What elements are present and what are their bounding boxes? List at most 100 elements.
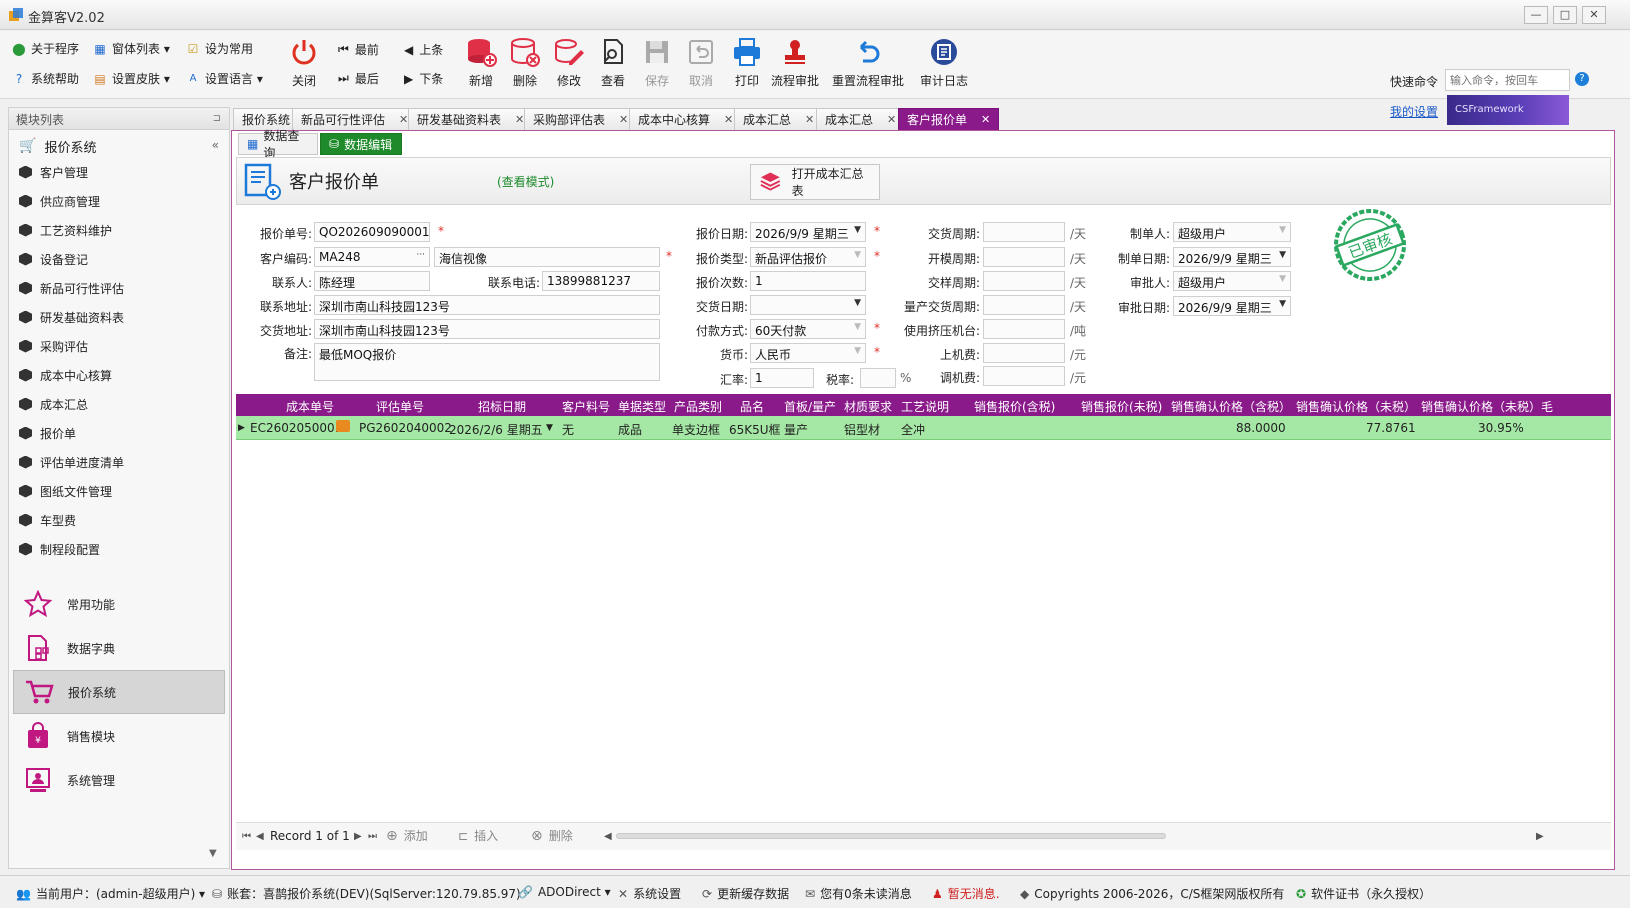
flow-approve-button[interactable]: 流程审批 (765, 33, 825, 95)
module-quote-system[interactable]: 报价系统 (13, 670, 225, 714)
column-header[interactable]: 成本单号 (286, 398, 334, 415)
prev-page-icon[interactable]: ◀ (256, 831, 264, 842)
close-tab-icon[interactable]: ✕ (887, 113, 896, 126)
scroll-down-icon[interactable]: ▼ (209, 848, 217, 859)
customer-name-field[interactable]: 海信视像 (434, 247, 660, 267)
column-header[interactable]: 单据类型 (618, 398, 666, 415)
last-page-icon[interactable]: ⏭ (368, 831, 377, 842)
open-cost-summary-button[interactable]: 打开成本汇总表 (750, 164, 880, 200)
close-tab-icon[interactable]: ✕ (515, 113, 524, 126)
cell-eval-no[interactable]: PG2602040002 (359, 421, 452, 435)
close-tab-icon[interactable]: ✕ (724, 113, 733, 126)
quote-count-field[interactable]: 1 (750, 271, 866, 291)
first-page-icon[interactable]: ⏮ (242, 831, 251, 842)
mold-cycle-field[interactable] (983, 247, 1065, 267)
module-common[interactable]: 常用功能 (13, 582, 225, 626)
quote-type-select[interactable]: 新品评估报价 ▼ (750, 247, 866, 267)
approve-date-field[interactable]: 2026/9/9 星期三 ▼ (1173, 296, 1291, 316)
menu-item[interactable]: 工艺资料维护 (19, 216, 219, 244)
nav-insert-button[interactable]: ⊏ 插入 (458, 827, 498, 844)
adjust-fee-field[interactable] (983, 366, 1065, 386)
contact-address-field[interactable]: 深圳市南山科技园123号 (314, 295, 660, 315)
tab-cost-center[interactable]: 成本中心核算 ✕ (629, 108, 743, 130)
column-header[interactable]: 品名 (740, 398, 764, 415)
dropdown-arrow-icon[interactable]: ▼ (1279, 225, 1286, 235)
collapse-icon[interactable]: « (212, 138, 219, 152)
currency-select[interactable]: 人民币 ▼ (750, 343, 866, 363)
cell-margin[interactable]: 30.95% (1478, 421, 1524, 435)
horizontal-scrollbar[interactable] (616, 833, 1166, 839)
reset-flow-button[interactable]: 重置流程审批 (826, 33, 910, 95)
cell-confirm-price-tax[interactable]: 88.0000 (1236, 421, 1286, 435)
delivery-address-field[interactable]: 深圳市南山科技园123号 (314, 319, 660, 339)
scroll-left-icon[interactable]: ◀ (604, 831, 612, 842)
mass-cycle-field[interactable] (983, 295, 1065, 315)
tab-purchase-eval[interactable]: 采购部评估表 ✕ (524, 108, 638, 130)
next-page-icon[interactable]: ▶ (354, 831, 362, 842)
system-settings[interactable]: ✕ 系统设置 (618, 885, 681, 902)
cell-process[interactable]: 全冲 (901, 421, 925, 438)
column-header[interactable]: 工艺说明 (901, 398, 949, 415)
minimize-button[interactable]: — (1524, 6, 1548, 24)
tab-customer-quote[interactable]: 客户报价单 ✕ (898, 108, 1000, 130)
menu-item[interactable]: 供应商管理 (19, 187, 219, 215)
quick-command-input[interactable] (1445, 69, 1570, 91)
close-tab-icon[interactable]: ✕ (805, 113, 814, 126)
column-header[interactable]: 销售确认价格（未税）毛 (1421, 398, 1553, 415)
cell-cost-no[interactable]: EC2602050001 (250, 421, 342, 435)
cell-doc-type[interactable]: 成品 (618, 421, 642, 438)
dropdown-arrow-icon[interactable]: ▼ (854, 346, 861, 356)
menu-item[interactable]: 评估单进度清单 (19, 448, 219, 476)
contact-field[interactable]: 陈经理 (314, 271, 430, 291)
column-header[interactable]: 招标日期 (478, 398, 526, 415)
menu-item[interactable]: 设备登记 (19, 245, 219, 273)
refresh-cache[interactable]: ⟳ 更新缓存数据 (702, 885, 789, 902)
close-tab-icon[interactable]: ✕ (981, 113, 990, 126)
payment-select[interactable]: 60天付款 ▼ (750, 319, 866, 339)
set-skin-button[interactable]: ▤ 设置皮肤 ▾ (93, 68, 170, 90)
column-header[interactable]: 评估单号 (376, 398, 424, 415)
close-button[interactable]: 关闭 (277, 33, 331, 95)
close-tab-icon[interactable]: ✕ (619, 113, 628, 126)
folder-icon[interactable] (336, 420, 350, 432)
quote-no-field[interactable]: QO202609090001 (314, 222, 430, 242)
set-common-button[interactable]: ☑ 设为常用 (186, 38, 253, 60)
dropdown-arrow-icon[interactable]: ▼ (854, 250, 861, 260)
section-quote-system[interactable]: 🛒 报价系统 (9, 132, 229, 160)
set-language-button[interactable]: A 设置语言 ▾ (186, 68, 263, 90)
column-header[interactable]: 产品类别 (674, 398, 722, 415)
make-date-field[interactable]: 2026/9/9 星期三 ▼ (1173, 247, 1291, 267)
delivery-cycle-field[interactable] (983, 222, 1065, 242)
prev-record-button[interactable]: ◀ 上条 (404, 41, 443, 58)
current-user[interactable]: 👥 当前用户：(admin-超级用户) ▾ (16, 885, 205, 902)
ellipsis-button[interactable]: ··· (416, 250, 425, 260)
menu-item[interactable]: 成本汇总 (19, 390, 219, 418)
dropdown-arrow-icon[interactable]: ▼ (546, 423, 553, 433)
close-tab-icon[interactable]: ✕ (399, 113, 408, 126)
tab-cost-summary-2[interactable]: 成本汇总 ✕ (816, 108, 906, 130)
cell-confirm-price-notax[interactable]: 77.8761 (1366, 421, 1416, 435)
nav-add-button[interactable]: ⊕ 添加 (386, 827, 428, 844)
license[interactable]: ✪ 软件证书（永久授权） (1296, 885, 1431, 902)
maximize-button[interactable]: □ (1553, 6, 1577, 24)
dropdown-arrow-icon[interactable]: ▼ (1279, 299, 1286, 309)
menu-item[interactable]: 客户管理 (19, 158, 219, 186)
system-help-button[interactable]: ? 系统帮助 (12, 68, 79, 90)
cell-material[interactable]: 铝型材 (844, 421, 880, 438)
cell-product-category[interactable]: 单支边框 (672, 421, 720, 438)
nav-delete-button[interactable]: ⊗ 删除 (531, 827, 573, 844)
first-record-button[interactable]: ⏮ 最前 (338, 41, 379, 58)
menu-item[interactable]: 新品可行性评估 (19, 274, 219, 302)
column-header[interactable]: 销售报价(含税) (974, 398, 1055, 415)
tab-data-query[interactable]: ▦ 数据查询 (238, 129, 318, 160)
column-header[interactable]: 销售报价(未税) (1081, 398, 1162, 415)
maker-field[interactable]: 超级用户 ▼ (1173, 222, 1291, 242)
menu-item[interactable]: 成本中心核算 (19, 361, 219, 389)
ado-direct[interactable]: 🔗 ADODirect ▾ (518, 885, 611, 899)
column-header[interactable]: 材质要求 (844, 398, 892, 415)
menu-item[interactable]: 图纸文件管理 (19, 477, 219, 505)
module-system[interactable]: 系统管理 (13, 758, 225, 802)
tab-rd-base[interactable]: 研发基础资料表 ✕ (408, 108, 534, 130)
machine-fee-field[interactable] (983, 343, 1065, 363)
tab-data-edit[interactable]: ⛁ 数据编辑 (320, 133, 402, 155)
